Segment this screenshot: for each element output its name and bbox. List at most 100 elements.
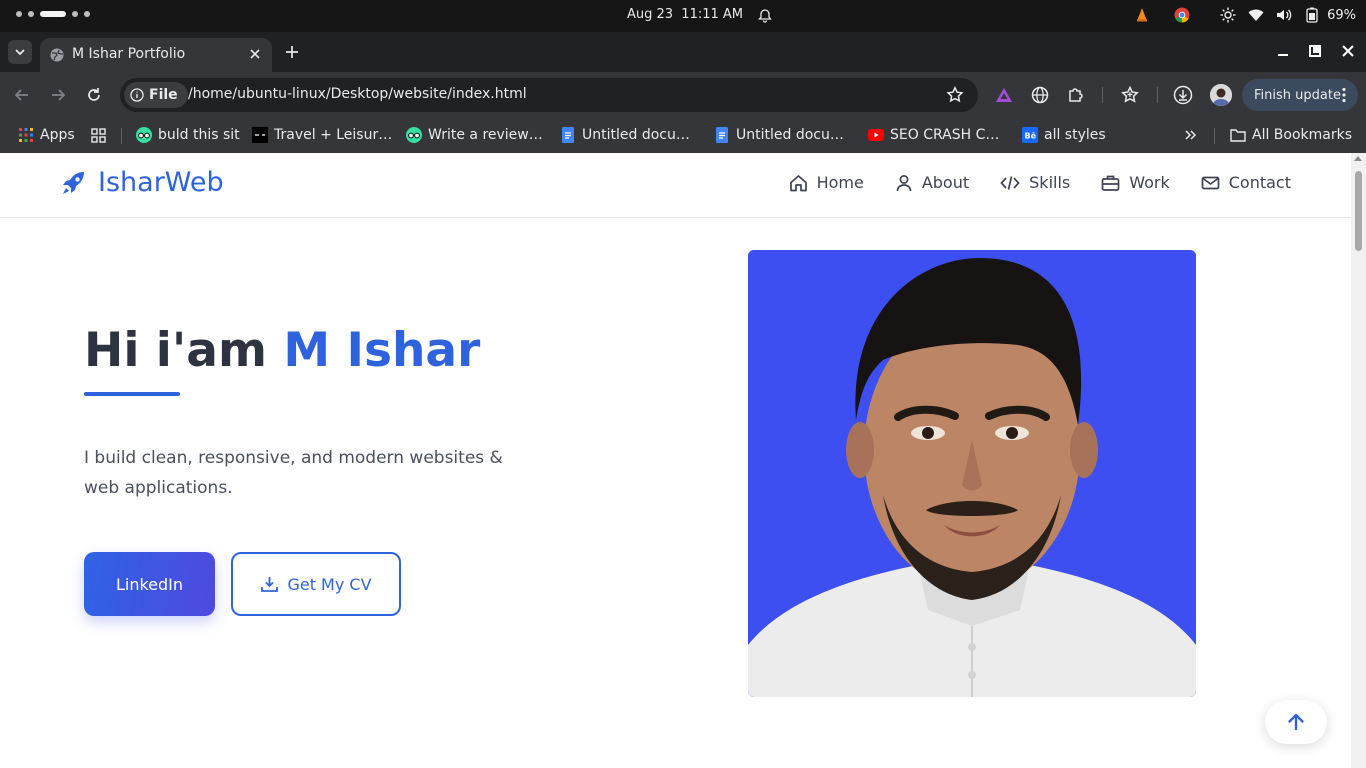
rocket-icon	[63, 171, 84, 194]
clock-date: Aug 23	[626, 7, 674, 22]
get-cv-button-label: Get My CV	[287, 574, 372, 594]
workspace-dot	[84, 11, 90, 17]
notification-bell-icon[interactable]	[757, 8, 773, 24]
bookmarks-bar: Apps buld this sit Travel + Leisur… Writ…	[0, 118, 1366, 153]
volume-icon[interactable]	[1275, 6, 1293, 24]
tab-title: M Ishar Portfolio	[72, 46, 186, 62]
bookmark-item[interactable]: buld this sit	[136, 123, 240, 147]
tripadvisor-icon	[406, 127, 422, 143]
chrome-icon[interactable]	[1173, 6, 1191, 24]
finish-update-button[interactable]: Finish update	[1242, 79, 1358, 111]
site-navbar: IsharWeb Home About Skills Work Contact	[0, 153, 1351, 218]
bookmark-item[interactable]: Untitled docu…	[560, 123, 690, 147]
browser-tab-strip: M Ishar Portfolio	[0, 32, 1366, 72]
nav-about[interactable]: About	[895, 173, 969, 192]
back-arrow-icon[interactable]	[13, 86, 31, 104]
nav-label: Skills	[1029, 173, 1071, 192]
bookmark-item[interactable]: Untitled docu…	[714, 123, 844, 147]
bookmark-label: Apps	[40, 127, 75, 143]
bookmark-item[interactable]: Travel + Leisur…	[252, 123, 392, 147]
chevron-down-icon	[15, 49, 25, 56]
download-icon[interactable]	[1173, 85, 1193, 105]
close-window-icon[interactable]	[1340, 43, 1356, 59]
linkedin-button[interactable]: LinkedIn	[84, 552, 215, 616]
info-icon	[130, 88, 144, 102]
bookmark-item[interactable]: Write a review…	[406, 123, 543, 147]
tab-groups-button[interactable]	[90, 123, 112, 147]
brightness-icon[interactable]	[1219, 6, 1237, 24]
close-icon[interactable]	[248, 47, 262, 61]
new-tab-plus-icon[interactable]	[283, 43, 301, 61]
forward-arrow-icon[interactable]	[49, 86, 67, 104]
user-icon	[896, 174, 912, 191]
bookmark-item[interactable]: SEO CRASH C…	[868, 123, 999, 147]
nav-contact[interactable]: Contact	[1201, 173, 1291, 192]
bookmark-star-icon[interactable]	[946, 86, 964, 104]
os-top-bar: Aug 23 11:11 AM 69%	[0, 0, 1366, 32]
all-bookmarks-button[interactable]: All Bookmarks	[1230, 123, 1352, 147]
bookmark-label: Untitled docu…	[582, 127, 690, 143]
bookmarks-divider	[1214, 128, 1215, 144]
envelope-icon	[1201, 176, 1220, 189]
globe-extension-icon[interactable]	[1030, 85, 1050, 105]
nav-label: Home	[816, 173, 864, 192]
scroll-up-arrow-icon[interactable]	[1354, 156, 1362, 161]
nav-work[interactable]: Work	[1101, 173, 1170, 192]
nav-label: Work	[1129, 173, 1170, 192]
bookmark-label: buld this sit	[158, 127, 240, 143]
nav-home[interactable]: Home	[789, 173, 864, 192]
address-bar[interactable]: File /home/ubuntu-linux/Desktop/website/…	[120, 78, 978, 112]
bookmarks-divider	[121, 128, 122, 144]
page-scrollbar[interactable]	[1351, 153, 1366, 768]
wifi-icon[interactable]	[1247, 6, 1265, 24]
nav-skills[interactable]: Skills	[1000, 173, 1070, 192]
scrollbar-thumb[interactable]	[1355, 171, 1362, 251]
bookmark-apps[interactable]: Apps	[18, 123, 75, 147]
site-logo[interactable]: IsharWeb	[60, 167, 224, 198]
profile-photo	[748, 250, 1196, 697]
profile-avatar[interactable]	[1210, 84, 1232, 106]
scroll-to-top-button[interactable]	[1265, 700, 1327, 744]
linkedin-button-label: LinkedIn	[115, 574, 184, 594]
clock[interactable]: Aug 23 11:11 AM	[600, 7, 770, 22]
reload-icon[interactable]	[85, 86, 103, 104]
folder-icon	[1230, 127, 1246, 143]
bookmarks-overflow-button[interactable]	[1183, 123, 1197, 147]
browser-tab-active[interactable]: M Ishar Portfolio	[40, 38, 272, 72]
battery-percent: 69%	[1327, 7, 1356, 23]
svg-text:Bē: Bē	[1025, 132, 1037, 141]
hero-greeting: Hi i'am	[84, 323, 284, 378]
more-vertical-icon	[1342, 87, 1346, 103]
maximize-icon[interactable]	[1307, 43, 1323, 59]
hero-subtitle: I build clean, responsive, and modern we…	[84, 448, 503, 498]
behance-icon: Bē	[1022, 127, 1038, 143]
bookmarks-star-icon[interactable]	[1120, 85, 1140, 105]
logo-text: IsharWeb	[98, 167, 224, 198]
bookmark-item[interactable]: Bē all styles	[1022, 123, 1106, 147]
get-cv-button[interactable]: Get My CV	[231, 552, 401, 616]
tripadvisor-icon	[136, 127, 152, 143]
battery-icon[interactable]	[1303, 6, 1321, 24]
url-text[interactable]: /home/ubuntu-linux/Desktop/website/index…	[188, 86, 527, 102]
bookmark-label: all styles	[1044, 127, 1106, 143]
chevron-double-right-icon	[1185, 130, 1197, 140]
proton-extension-icon[interactable]	[994, 85, 1014, 105]
vlc-icon[interactable]	[1133, 6, 1151, 24]
grid-squares-icon	[90, 127, 106, 143]
code-icon	[1000, 175, 1020, 190]
clock-time: 11:11 AM	[681, 7, 744, 22]
workspace-indicator[interactable]	[16, 11, 90, 17]
system-tray[interactable]: 69%	[1123, 6, 1356, 24]
site-info-chip[interactable]: File	[124, 82, 188, 108]
workspace-dot	[16, 11, 22, 17]
google-docs-icon	[714, 127, 730, 143]
all-bookmarks-label: All Bookmarks	[1252, 127, 1353, 143]
minimize-icon[interactable]	[1275, 43, 1291, 59]
site-nav-links: Home About Skills Work Contact	[789, 173, 1291, 192]
workspace-dot	[28, 11, 34, 17]
bookmark-label: Write a review…	[428, 127, 543, 143]
extensions-puzzle-icon[interactable]	[1066, 85, 1086, 105]
page-viewport: IsharWeb Home About Skills Work Contact	[0, 153, 1351, 768]
tab-search-button[interactable]	[8, 40, 32, 64]
tl-icon	[252, 127, 268, 143]
